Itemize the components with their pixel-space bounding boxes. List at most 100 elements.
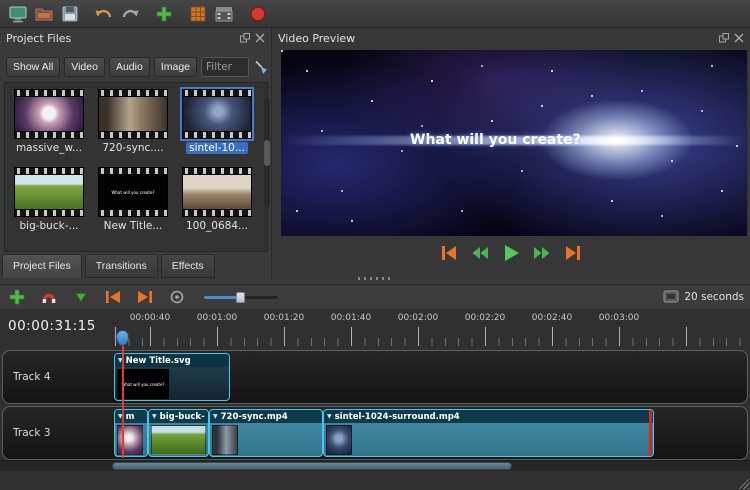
clip-sintel[interactable]: ▼ sintel-1024-surround.mp4 <box>323 409 654 457</box>
rewind-button[interactable] <box>469 242 491 264</box>
clip-name: sintel-1024-surround.mp4 <box>335 412 460 422</box>
ruler-mark: 00:01:00 <box>197 313 237 323</box>
chevron-down-icon[interactable]: ▼ <box>327 413 332 420</box>
file-item[interactable]: massive_w... <box>7 89 91 161</box>
playhead-timecode: 00:00:31:15 <box>8 318 112 334</box>
filter-video-button[interactable]: Video <box>64 57 105 77</box>
clip-massive[interactable]: ▼ m <box>114 409 148 457</box>
timeline-ruler[interactable]: 00:00:40 00:01:00 00:01:20 00:01:40 00:0… <box>112 310 750 347</box>
clip-name: big-buck- <box>160 412 205 422</box>
playhead-line <box>122 346 124 458</box>
file-list-scrollbar[interactable] <box>264 98 270 208</box>
ruler-ticks <box>112 327 750 346</box>
file-thumbnail: What will you create? <box>98 167 168 217</box>
file-item[interactable]: What will you create? New Title... <box>91 167 175 239</box>
filter-image-button[interactable]: Image <box>154 57 197 77</box>
clip-header[interactable]: ▼ New Title.svg <box>115 354 229 367</box>
horizontal-splitter[interactable] <box>0 274 750 282</box>
zoom-slider[interactable] <box>204 289 278 305</box>
clip-header[interactable]: ▼ sintel-1024-surround.mp4 <box>324 410 653 423</box>
undock-panel-icon[interactable] <box>240 33 250 43</box>
filter-input[interactable] <box>201 57 249 77</box>
file-item[interactable]: 100_0684... <box>175 167 259 239</box>
new-project-button[interactable] <box>5 1 31 27</box>
slider-handle[interactable] <box>236 292 245 303</box>
play-icon <box>500 242 522 264</box>
jump-to-end-button[interactable] <box>562 242 584 264</box>
thumbnail-image: What will you create? <box>99 175 167 209</box>
filter-show-all-button[interactable]: Show All <box>6 57 60 77</box>
clip-header[interactable]: ▼ m <box>115 410 147 423</box>
choose-profile-button[interactable] <box>185 1 211 27</box>
thumbnail-image <box>183 97 251 131</box>
save-icon <box>60 4 80 24</box>
jump-to-start-button[interactable] <box>438 242 460 264</box>
clip-thumbnail <box>212 425 238 455</box>
scrollbar-thumb[interactable] <box>264 140 270 166</box>
undo-button[interactable] <box>91 1 117 27</box>
file-name: 720-sync.... <box>99 142 166 154</box>
center-circle-icon <box>169 289 185 305</box>
profile-grid-icon <box>188 4 208 24</box>
file-thumbnail <box>182 89 252 139</box>
file-item-selected[interactable]: sintel-10... <box>175 89 259 161</box>
next-marker-button[interactable] <box>134 286 156 308</box>
chevron-down-icon[interactable]: ▼ <box>213 413 218 420</box>
ruler-mark: 00:02:40 <box>532 313 572 323</box>
ruler-mark: 00:00:40 <box>130 313 170 323</box>
new-project-icon <box>8 4 28 24</box>
redo-button[interactable] <box>117 1 143 27</box>
main-toolbar <box>0 0 750 28</box>
splitter-handle-dots <box>358 277 392 280</box>
clip-header[interactable]: ▼ big-buck- <box>149 410 208 423</box>
file-name: sintel-10... <box>186 142 248 154</box>
file-item[interactable]: 720-sync.... <box>91 89 175 161</box>
record-icon <box>248 4 268 24</box>
clip-thumbnail <box>326 425 352 455</box>
redo-icon <box>120 4 140 24</box>
clip-name: 720-sync.mp4 <box>221 412 288 422</box>
ruler-mark: 00:01:40 <box>331 313 371 323</box>
save-project-button[interactable] <box>57 1 83 27</box>
add-track-button[interactable] <box>6 286 28 308</box>
timeline-scrollbar[interactable] <box>0 460 750 471</box>
undock-panel-icon[interactable] <box>719 33 729 43</box>
filter-audio-button[interactable]: Audio <box>109 57 150 77</box>
record-button[interactable] <box>245 1 271 27</box>
project-files-header: Project Files <box>0 28 271 48</box>
clip-720-sync[interactable]: ▼ 720-sync.mp4 <box>209 409 323 457</box>
clip-new-title[interactable]: ▼ New Title.svg What will you create? <box>114 353 230 401</box>
clip-thumbnail: What will you create? <box>117 369 169 399</box>
trim-marker[interactable] <box>649 410 652 456</box>
export-video-button[interactable] <box>211 1 237 27</box>
chevron-down-icon[interactable]: ▼ <box>152 413 157 420</box>
clip-thumbnail <box>117 425 143 455</box>
scale-label[interactable]: 20 seconds <box>684 291 744 303</box>
play-button[interactable] <box>500 242 522 264</box>
clip-big-buck[interactable]: ▼ big-buck- <box>148 409 209 457</box>
close-panel-icon[interactable] <box>734 33 744 43</box>
previous-marker-button[interactable] <box>102 286 124 308</box>
file-item[interactable]: big-buck-... <box>7 167 91 239</box>
star-field <box>281 50 283 52</box>
fast-forward-button[interactable] <box>531 242 553 264</box>
project-files-title: Project Files <box>6 32 71 45</box>
rewind-icon <box>470 243 490 263</box>
clear-filter-button[interactable] <box>253 59 269 75</box>
add-marker-button[interactable] <box>70 286 92 308</box>
project-files-panel: Project Files Show All Video Audio Image… <box>0 28 272 280</box>
file-thumbnail <box>14 167 84 217</box>
ruler-mark: 00:02:00 <box>398 313 438 323</box>
snapping-toggle-button[interactable] <box>38 286 60 308</box>
center-playhead-button[interactable] <box>166 286 188 308</box>
close-panel-icon[interactable] <box>255 33 265 43</box>
clip-header[interactable]: ▼ 720-sync.mp4 <box>210 410 322 423</box>
file-thumbnail <box>182 167 252 217</box>
scrollbar-thumb[interactable] <box>112 462 512 470</box>
import-files-button[interactable] <box>151 1 177 27</box>
open-project-button[interactable] <box>31 1 57 27</box>
file-name: New Title... <box>101 220 166 232</box>
next-marker-icon <box>136 288 154 306</box>
magnet-icon <box>40 288 58 306</box>
timeline-scale: 20 seconds <box>663 290 744 304</box>
